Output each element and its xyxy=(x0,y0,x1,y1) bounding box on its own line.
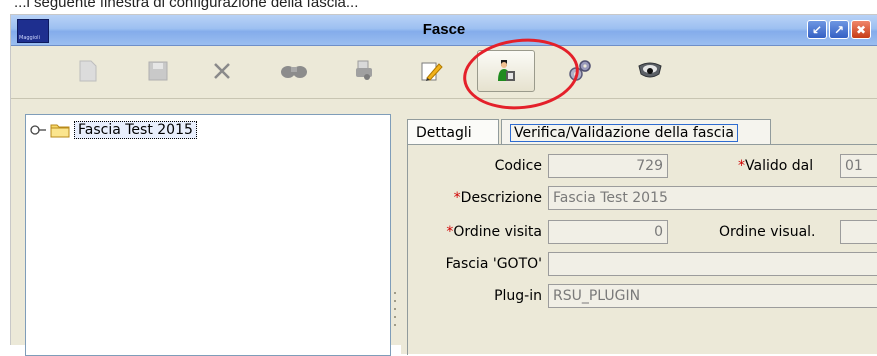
maximize-button[interactable]: ↗ xyxy=(829,20,849,39)
new-document-icon xyxy=(79,60,97,82)
tree-panel: Fascia Test 2015 xyxy=(25,114,391,356)
window-title: Fasce xyxy=(422,21,466,38)
edit-icon xyxy=(421,62,443,81)
camera-button[interactable] xyxy=(621,50,679,92)
panel-splitter[interactable] xyxy=(391,114,399,354)
tree-expander-icon[interactable] xyxy=(30,123,46,137)
print-button[interactable] xyxy=(335,50,393,92)
ordine-visual-label: Ordine visual. xyxy=(719,224,816,240)
camera-icon xyxy=(638,62,662,78)
search-button[interactable] xyxy=(265,50,323,92)
binoculars-icon xyxy=(281,66,307,78)
valido-dal-field[interactable]: 01 xyxy=(840,154,877,178)
delete-button[interactable] xyxy=(193,50,251,92)
plugin-label: Plug-in xyxy=(494,288,542,304)
tree-node[interactable]: Fascia Test 2015 xyxy=(30,120,197,140)
tab-dettagli[interactable]: Dettagli xyxy=(407,119,499,145)
maximize-icon: ↗ xyxy=(833,22,845,37)
save-button[interactable] xyxy=(129,50,187,92)
caption-strip: ...i seguente finestra di configurazione… xyxy=(0,0,877,14)
caption-text: ...i seguente finestra di configurazione… xyxy=(14,0,359,11)
edit-button[interactable] xyxy=(403,50,461,92)
descrizione-field[interactable]: Fascia Test 2015 xyxy=(548,186,877,210)
fascia-goto-label: Fascia 'GOTO' xyxy=(445,256,542,272)
tab-verifica-validazione[interactable]: Verifica/Validazione della fascia xyxy=(501,119,771,145)
save-icon xyxy=(148,61,168,81)
title-bar[interactable]: Maggioli Fasce ↙ ↗ ✖ xyxy=(11,15,877,46)
plugin-field[interactable]: RSU_PLUGIN xyxy=(548,284,877,308)
new-button[interactable] xyxy=(59,50,117,92)
codice-field[interactable]: 729 xyxy=(548,154,668,178)
tree-item-label[interactable]: Fascia Test 2015 xyxy=(74,121,197,139)
ordine-visita-label: *Ordine visita xyxy=(446,224,542,240)
close-button[interactable]: ✖ xyxy=(851,20,871,39)
fasce-window: Maggioli Fasce ↙ ↗ ✖ Fascia Test 2015 De… xyxy=(10,14,877,356)
print-icon xyxy=(356,60,372,80)
detail-panel: Dettagli Verifica/Validazione della fasc… xyxy=(401,114,877,355)
minimize-button[interactable]: ↙ xyxy=(807,20,827,39)
toolbar xyxy=(11,46,877,99)
dettagli-form: Codice 729 *Valido dal 01 *Descrizione F… xyxy=(407,144,877,355)
tab-label: Verifica/Validazione della fascia xyxy=(510,123,738,142)
delete-icon xyxy=(214,63,230,79)
ordine-visual-field[interactable] xyxy=(840,220,877,244)
codice-label: Codice xyxy=(494,158,542,174)
close-icon: ✖ xyxy=(855,22,867,37)
valido-dal-label: *Valido dal xyxy=(738,158,814,174)
folder-icon xyxy=(50,124,70,138)
descrizione-label: *Descrizione xyxy=(453,190,542,206)
ordine-visita-field[interactable]: 0 xyxy=(548,220,668,244)
tab-label: Dettagli xyxy=(416,124,472,141)
minimize-icon: ↙ xyxy=(811,22,823,37)
fascia-goto-field[interactable] xyxy=(548,252,877,276)
